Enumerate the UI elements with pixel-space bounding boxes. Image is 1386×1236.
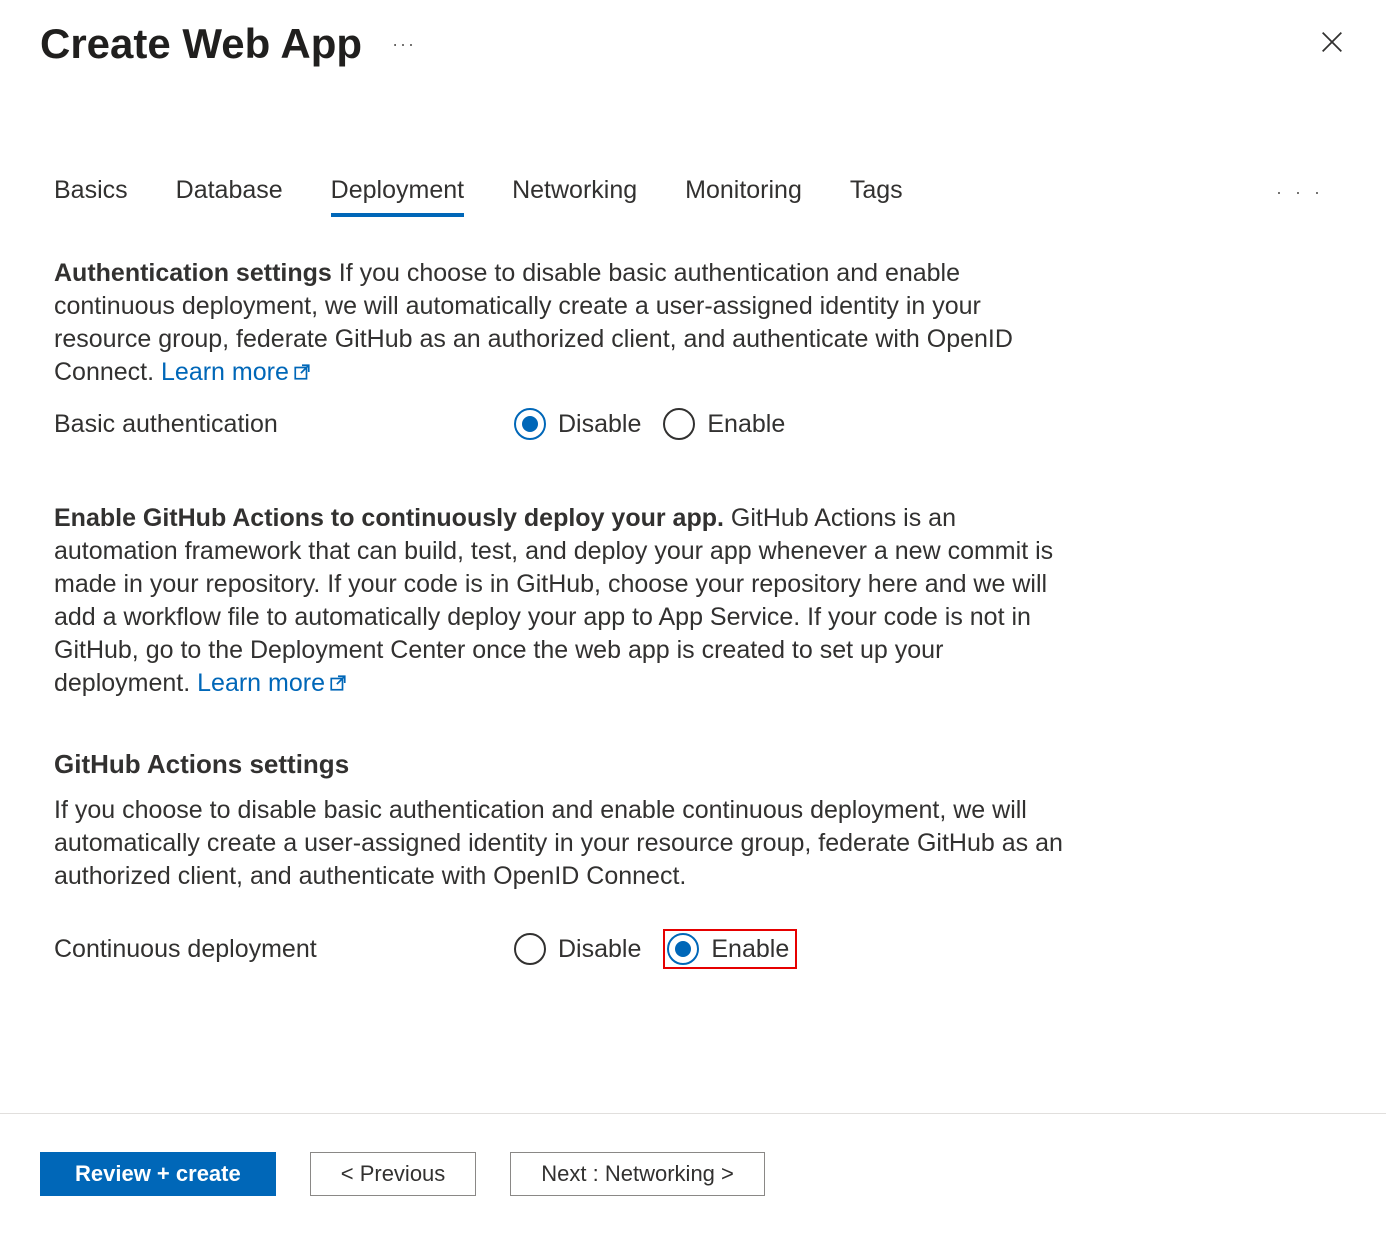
github-actions-description: Enable GitHub Actions to continuously de… bbox=[54, 502, 1066, 701]
learn-more-github-link[interactable]: Learn more bbox=[197, 669, 347, 697]
github-settings-text: If you choose to disable basic authentic… bbox=[54, 794, 1066, 893]
github-settings-heading: GitHub Actions settings bbox=[54, 749, 1066, 780]
radio-unselected-icon bbox=[514, 933, 546, 965]
page-title: Create Web App bbox=[40, 20, 362, 68]
continuous-deployment-enable-option[interactable]: Enable bbox=[667, 933, 789, 965]
external-link-icon bbox=[329, 668, 347, 701]
tab-basics[interactable]: Basics bbox=[54, 168, 128, 217]
radio-selected-icon bbox=[514, 408, 546, 440]
github-actions-title: Enable GitHub Actions to continuously de… bbox=[54, 504, 724, 532]
review-create-button[interactable]: Review + create bbox=[40, 1152, 276, 1196]
continuous-deployment-field: Continuous deployment Disable Enable bbox=[54, 929, 1066, 969]
page-header: Create Web App ··· bbox=[0, 0, 1386, 78]
more-icon[interactable]: ··· bbox=[392, 34, 416, 55]
basic-auth-disable-option[interactable]: Disable bbox=[514, 408, 641, 440]
tabs-overflow-icon[interactable]: · · · bbox=[1276, 182, 1332, 203]
basic-auth-radio-group: Disable Enable bbox=[514, 408, 785, 440]
basic-auth-label: Basic authentication bbox=[54, 410, 514, 439]
next-button[interactable]: Next : Networking > bbox=[510, 1152, 765, 1196]
continuous-deployment-disable-label: Disable bbox=[558, 935, 641, 964]
basic-auth-field: Basic authentication Disable Enable bbox=[54, 408, 1066, 440]
previous-button[interactable]: < Previous bbox=[310, 1152, 477, 1196]
content-area: Authentication settings If you choose to… bbox=[0, 217, 1120, 969]
radio-unselected-icon bbox=[663, 408, 695, 440]
continuous-deployment-label: Continuous deployment bbox=[54, 935, 514, 964]
external-link-icon bbox=[293, 357, 311, 390]
tab-tags[interactable]: Tags bbox=[850, 168, 903, 217]
basic-auth-enable-label: Enable bbox=[707, 410, 785, 439]
learn-more-auth-link[interactable]: Learn more bbox=[161, 358, 311, 386]
continuous-deployment-disable-option[interactable]: Disable bbox=[514, 933, 641, 965]
enable-option-highlight: Enable bbox=[663, 929, 797, 969]
auth-settings-title: Authentication settings bbox=[54, 259, 332, 287]
footer-actions: Review + create < Previous Next : Networ… bbox=[0, 1113, 1386, 1236]
continuous-deployment-radio-group: Disable Enable bbox=[514, 929, 797, 969]
basic-auth-disable-label: Disable bbox=[558, 410, 641, 439]
radio-selected-icon bbox=[667, 933, 699, 965]
tabs-bar: Basics Database Deployment Networking Mo… bbox=[0, 168, 1386, 217]
close-icon[interactable] bbox=[1318, 28, 1346, 61]
tab-monitoring[interactable]: Monitoring bbox=[685, 168, 802, 217]
tab-deployment[interactable]: Deployment bbox=[331, 168, 464, 217]
tab-networking[interactable]: Networking bbox=[512, 168, 637, 217]
basic-auth-enable-option[interactable]: Enable bbox=[663, 408, 785, 440]
auth-settings-description: Authentication settings If you choose to… bbox=[54, 257, 1066, 390]
tab-database[interactable]: Database bbox=[176, 168, 283, 217]
continuous-deployment-enable-label: Enable bbox=[711, 935, 789, 964]
